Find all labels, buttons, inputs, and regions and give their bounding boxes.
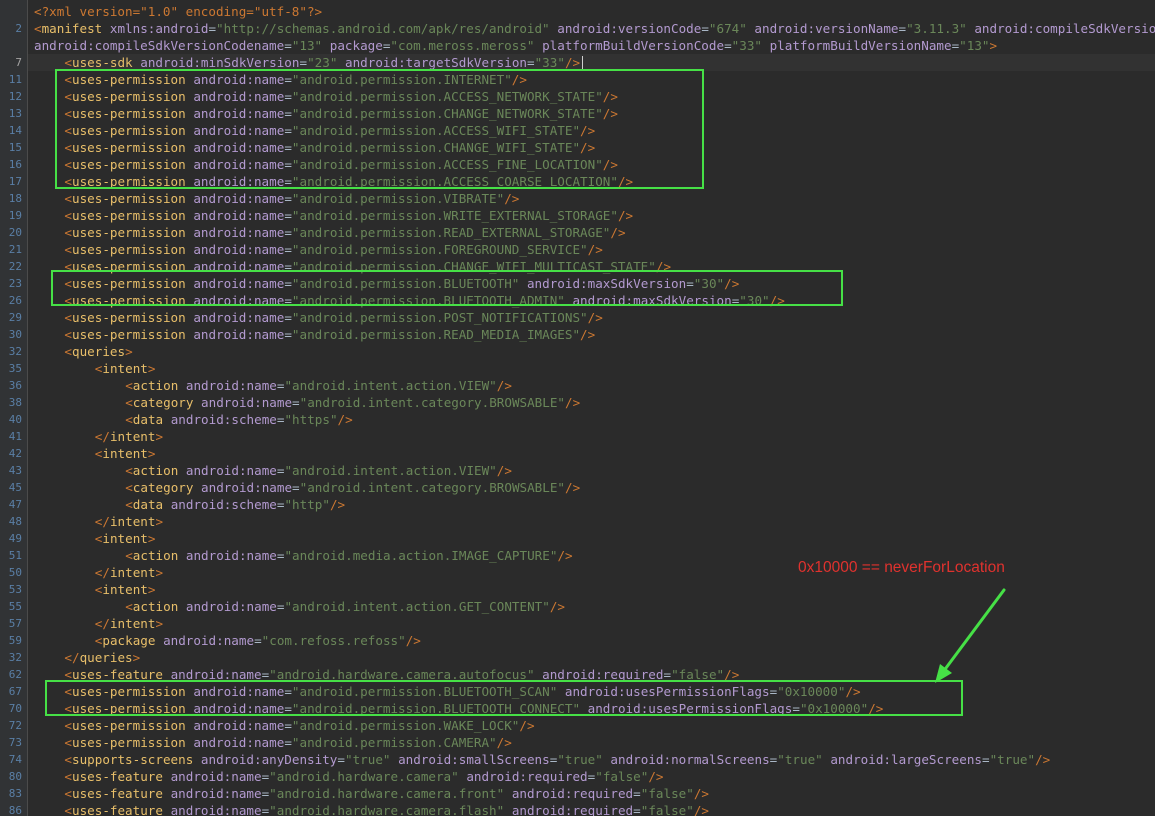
annotation-arrow-icon xyxy=(935,588,1006,683)
